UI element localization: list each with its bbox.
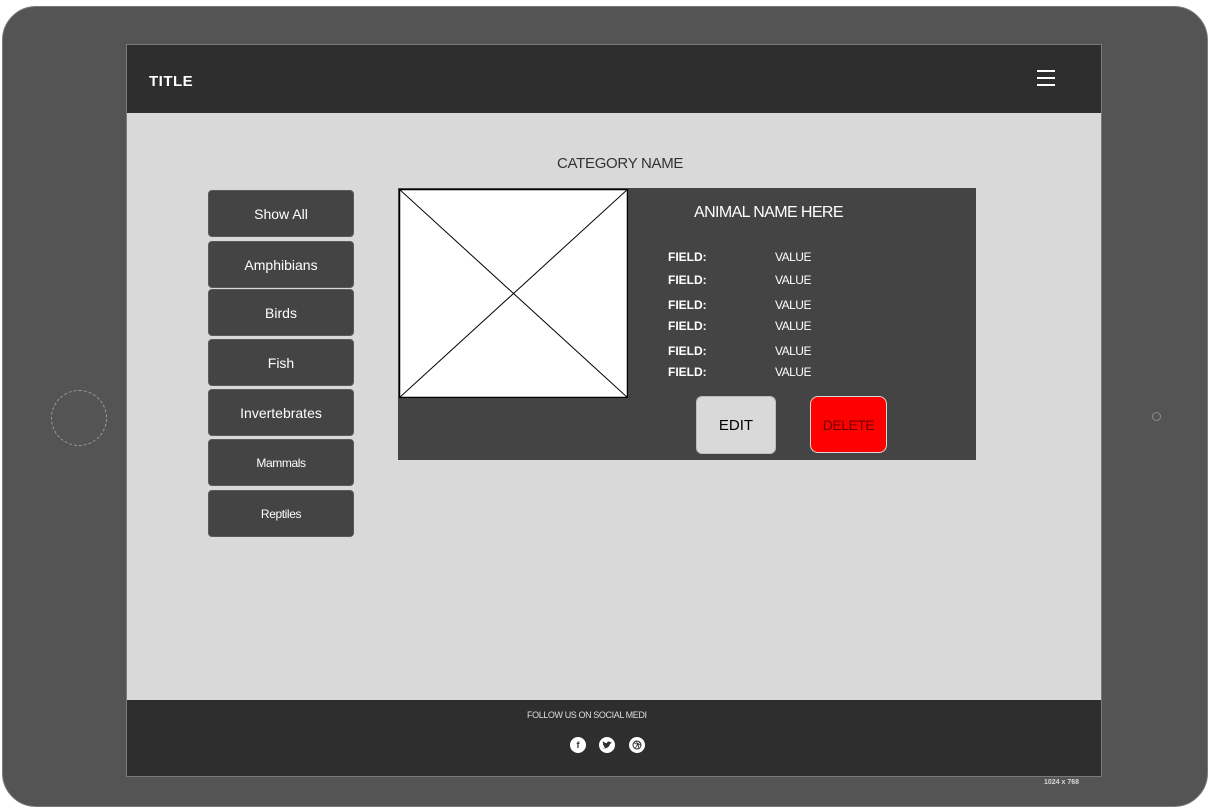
twitter-icon[interactable]	[599, 737, 615, 753]
camera-icon	[1152, 412, 1161, 421]
facebook-icon[interactable]: f	[570, 737, 586, 753]
field-label: FIELD:	[668, 365, 707, 379]
field-value: VALUE	[775, 273, 811, 287]
field-value: VALUE	[775, 365, 811, 379]
field-value: VALUE	[775, 298, 811, 312]
field-row: FIELD: VALUE	[668, 319, 868, 333]
image-placeholder	[399, 189, 628, 398]
sidebar-item-amphibians[interactable]: Amphibians	[208, 241, 354, 288]
field-label: FIELD:	[668, 250, 707, 264]
field-row: FIELD: VALUE	[668, 344, 868, 358]
home-button[interactable]	[51, 390, 107, 446]
delete-button[interactable]: DELETE	[810, 396, 887, 453]
field-label: FIELD:	[668, 273, 707, 287]
field-value: VALUE	[775, 344, 811, 358]
size-label: 1024 x 768	[1044, 779, 1080, 786]
sidebar-item-birds[interactable]: Birds	[208, 289, 354, 336]
field-label: FIELD:	[668, 319, 707, 333]
hamburger-menu-icon[interactable]	[1037, 70, 1055, 86]
field-value: VALUE	[775, 250, 811, 264]
field-label: FIELD:	[668, 344, 707, 358]
field-label: FIELD:	[668, 298, 707, 312]
field-row: FIELD: VALUE	[668, 250, 868, 264]
field-value: VALUE	[775, 319, 811, 333]
field-row: FIELD: VALUE	[668, 365, 868, 379]
field-row: FIELD: VALUE	[668, 298, 868, 312]
edit-button[interactable]: EDIT	[696, 396, 776, 454]
animal-name: ANIMAL NAME HERE	[694, 204, 844, 221]
animal-card: ANIMAL NAME HERE FIELD: VALUE FIELD: VAL…	[398, 188, 976, 460]
category-title: CATEGORY NAME	[557, 155, 684, 172]
footer: FOLLOW US ON SOCIAL MEDI f	[127, 700, 1101, 776]
footer-follow-text: FOLLOW US ON SOCIAL MEDI	[527, 710, 647, 720]
sidebar-item-reptiles[interactable]: Reptiles	[208, 490, 354, 537]
field-row: FIELD: VALUE	[668, 273, 868, 287]
sidebar-item-fish[interactable]: Fish	[208, 339, 354, 386]
app-screen: TITLE CATEGORY NAME Show All Amphibians …	[126, 44, 1102, 777]
sidebar-item-mammals[interactable]: Mammals	[208, 439, 354, 486]
header: TITLE	[127, 45, 1101, 113]
dribbble-icon[interactable]	[629, 737, 645, 753]
sidebar-item-invertebrates[interactable]: Invertebrates	[208, 389, 354, 436]
sidebar-item-show-all[interactable]: Show All	[208, 190, 354, 237]
app-title: TITLE	[149, 73, 194, 90]
